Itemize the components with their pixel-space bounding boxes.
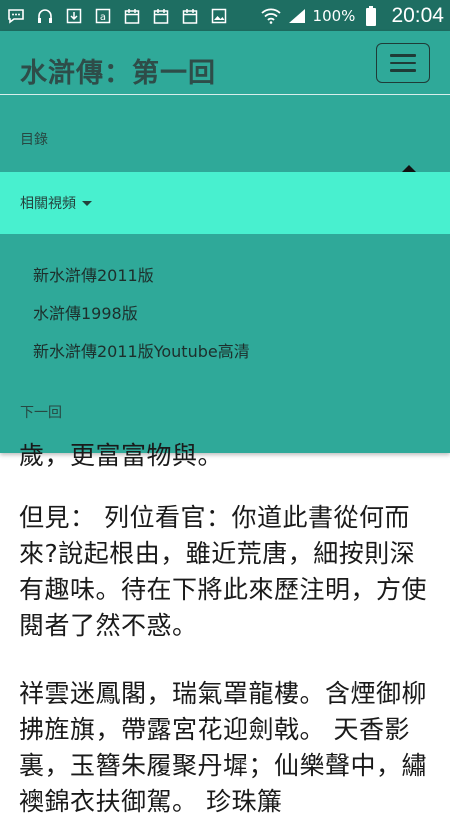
notification-icons: a (6, 7, 229, 25)
paragraph: 祥雲迷鳳閣，瑞氣罩龍樓。含煙御柳拂旌旗，帶露宮花迎劍戟。 天香影裏，玉簪朱履聚丹… (19, 679, 428, 816)
dropdown-item-video-3[interactable]: 新水滸傳2011版Youtube高清 (33, 338, 250, 362)
download-icon (64, 7, 84, 25)
navbar: 水滸傳：第一回 目錄 相關視頻 新水滸傳2011版 水滸傳1998版 新水滸傳2… (0, 31, 450, 453)
clock: 20:04 (391, 3, 444, 27)
wifi-icon (260, 7, 281, 25)
nav-link-toc[interactable]: 目錄 (20, 129, 48, 149)
battery-icon (361, 5, 381, 26)
related-videos-label: 相關視頻 (20, 196, 76, 212)
status-bar: a 100% 20:04 (0, 0, 450, 31)
page-title[interactable]: 水滸傳：第一回 (20, 51, 216, 90)
chat-icon (6, 7, 26, 25)
dropdown-item-video-2[interactable]: 水滸傳1998版 (33, 300, 138, 324)
headset-icon (35, 7, 55, 25)
nav-link-next-chapter[interactable]: 下一回 (20, 402, 62, 422)
calendar-icon (180, 7, 200, 25)
partial-text-line: 歲，更富富物與。 (19, 441, 224, 470)
dropdown-arrow-icon (402, 165, 416, 172)
image-icon (209, 7, 229, 25)
a-icon: a (93, 7, 113, 25)
battery-percent: 100% (312, 6, 356, 25)
menu-toggle-button[interactable] (376, 43, 430, 83)
paragraph: 但見： 列位看官：你道此書從何而來?說起根由，雖近荒唐，細按則深有趣味。待在下將… (19, 503, 428, 640)
calendar-icon (122, 7, 142, 25)
system-icons: 100% 20:04 (260, 3, 444, 28)
dropdown-item-video-1[interactable]: 新水滸傳2011版 (33, 262, 154, 286)
calendar-icon (151, 7, 171, 25)
svg-text:a: a (100, 12, 106, 23)
related-videos-dropdown[interactable]: 相關視頻 (0, 172, 450, 234)
navbar-divider (0, 94, 450, 95)
hamburger-icon-bar (390, 61, 416, 65)
caret-down-icon (82, 200, 92, 206)
hamburger-icon-bar (390, 54, 416, 57)
signal-icon (287, 7, 307, 25)
hamburger-icon-bar (390, 69, 416, 72)
